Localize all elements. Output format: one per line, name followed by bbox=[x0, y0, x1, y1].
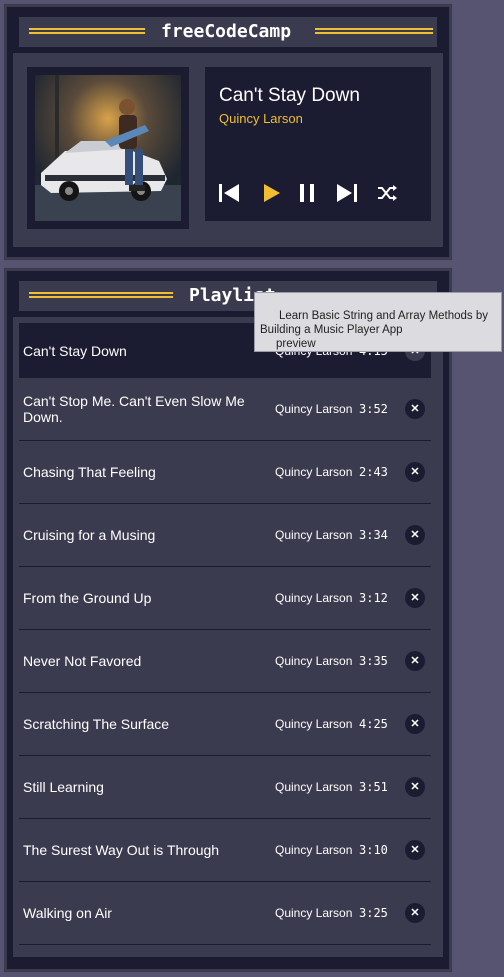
playlist-panel: Playlist Can't Stay DownQuincy Larson4:1… bbox=[4, 268, 452, 972]
shuffle-icon bbox=[378, 185, 397, 201]
previous-icon bbox=[219, 184, 239, 202]
song-artist: Quincy Larson bbox=[275, 780, 353, 794]
song-duration: 3:51 bbox=[359, 780, 388, 794]
song-title: Walking on Air bbox=[23, 905, 112, 921]
album-art-image bbox=[35, 75, 181, 221]
delete-button[interactable]: ✕ bbox=[405, 525, 425, 545]
song-artist: Quincy Larson bbox=[275, 465, 353, 479]
delete-button[interactable]: ✕ bbox=[405, 903, 425, 923]
album-cover bbox=[27, 67, 189, 229]
next-icon bbox=[337, 184, 357, 202]
title-decoration-right bbox=[315, 28, 433, 34]
song-title: Chasing That Feeling bbox=[23, 464, 156, 480]
app-title: freeCodeCamp bbox=[161, 21, 292, 42]
song-duration: 3:35 bbox=[359, 654, 388, 668]
song-title: Can't Stay Down bbox=[23, 342, 127, 359]
song-duration: 3:34 bbox=[359, 528, 388, 542]
song-artist: Quincy Larson bbox=[275, 717, 353, 731]
playlist-item[interactable]: Cruising for a Musing Quincy Larson 3:34 ✕ bbox=[19, 504, 431, 567]
pause-button[interactable] bbox=[293, 179, 321, 207]
playlist-item[interactable]: Scratching The Surface Quincy Larson 4:25 ✕ bbox=[19, 693, 431, 756]
playlist-item[interactable]: Never Not Favored Quincy Larson 3:35 ✕ bbox=[19, 630, 431, 693]
delete-button[interactable]: ✕ bbox=[405, 651, 425, 671]
player-body: Can't Stay Down Quincy Larson bbox=[13, 53, 443, 247]
playlist-item[interactable]: Walking on Air Quincy Larson 3:25 ✕ bbox=[19, 882, 431, 945]
song-info: Can't Stay Down Quincy Larson bbox=[205, 67, 431, 221]
song-title: Still Learning bbox=[23, 779, 104, 795]
delete-button[interactable]: ✕ bbox=[405, 588, 425, 608]
tooltip-line-2: Building a Music Player App bbox=[260, 324, 403, 336]
song-title: From the Ground Up bbox=[23, 590, 152, 606]
song-artist: Quincy Larson bbox=[275, 591, 353, 605]
play-icon bbox=[264, 184, 280, 202]
preview-tooltip: Learn Basic String and Array Methods by … bbox=[254, 292, 502, 352]
playlist-songs: Can't Stay DownQuincy Larson4:15✕Can't S… bbox=[13, 317, 443, 957]
current-song-title: Can't Stay Down bbox=[219, 85, 360, 106]
playlist-item[interactable]: Still Learning Quincy Larson 3:51 ✕ bbox=[19, 756, 431, 819]
player-controls bbox=[215, 179, 425, 207]
song-title: The Surest Way Out is Through bbox=[23, 842, 220, 858]
playlist-item[interactable]: From the Ground Up Quincy Larson 3:12 ✕ bbox=[19, 567, 431, 630]
song-title: Scratching The Surface bbox=[23, 716, 170, 732]
delete-button[interactable]: ✕ bbox=[405, 462, 425, 482]
delete-button[interactable]: ✕ bbox=[405, 840, 425, 860]
song-duration: 3:25 bbox=[359, 906, 388, 920]
song-artist: Quincy Larson bbox=[275, 906, 353, 920]
pause-icon bbox=[300, 184, 314, 202]
tooltip-line-3: preview bbox=[276, 338, 316, 350]
current-song-artist: Quincy Larson bbox=[219, 111, 303, 126]
previous-button[interactable] bbox=[215, 179, 243, 207]
playlist-decoration-left bbox=[29, 292, 173, 298]
song-duration: 2:43 bbox=[359, 465, 388, 479]
playlist-item[interactable]: The Surest Way Out is Through Quincy Lars… bbox=[19, 819, 431, 882]
song-artist: Quincy Larson bbox=[275, 843, 353, 857]
title-decoration-left bbox=[29, 28, 145, 34]
player-panel: freeCodeCamp Can't Stay Down Quincy Lars… bbox=[4, 4, 452, 260]
playlist-item[interactable]: Chasing That Feeling Quincy Larson 2:43 ✕ bbox=[19, 441, 431, 504]
next-button[interactable] bbox=[333, 179, 361, 207]
delete-button[interactable]: ✕ bbox=[405, 777, 425, 797]
song-title: Cruising for a Musing bbox=[23, 527, 156, 543]
playlist-item[interactable]: Can't Stop Me. Can't Even Slow Me Down. Q… bbox=[19, 378, 431, 441]
song-duration: 3:10 bbox=[359, 843, 388, 857]
song-duration: 4:25 bbox=[359, 717, 388, 731]
delete-button[interactable]: ✕ bbox=[405, 714, 425, 734]
song-title: Never Not Favored bbox=[23, 653, 142, 669]
song-title: Can't Stop Me. Can't Even Slow Me Down. bbox=[23, 393, 245, 425]
play-button[interactable] bbox=[257, 179, 285, 207]
shuffle-button[interactable] bbox=[373, 179, 401, 207]
player-title-bar: freeCodeCamp bbox=[19, 17, 437, 47]
tooltip-line-1: Learn Basic String and Array Methods by bbox=[279, 310, 489, 322]
song-artist: Quincy Larson bbox=[275, 402, 353, 416]
song-duration: 3:12 bbox=[359, 591, 388, 605]
song-artist: Quincy Larson bbox=[275, 654, 353, 668]
song-duration: 3:52 bbox=[359, 402, 388, 416]
song-artist: Quincy Larson bbox=[275, 528, 353, 542]
delete-button[interactable]: ✕ bbox=[405, 399, 425, 419]
